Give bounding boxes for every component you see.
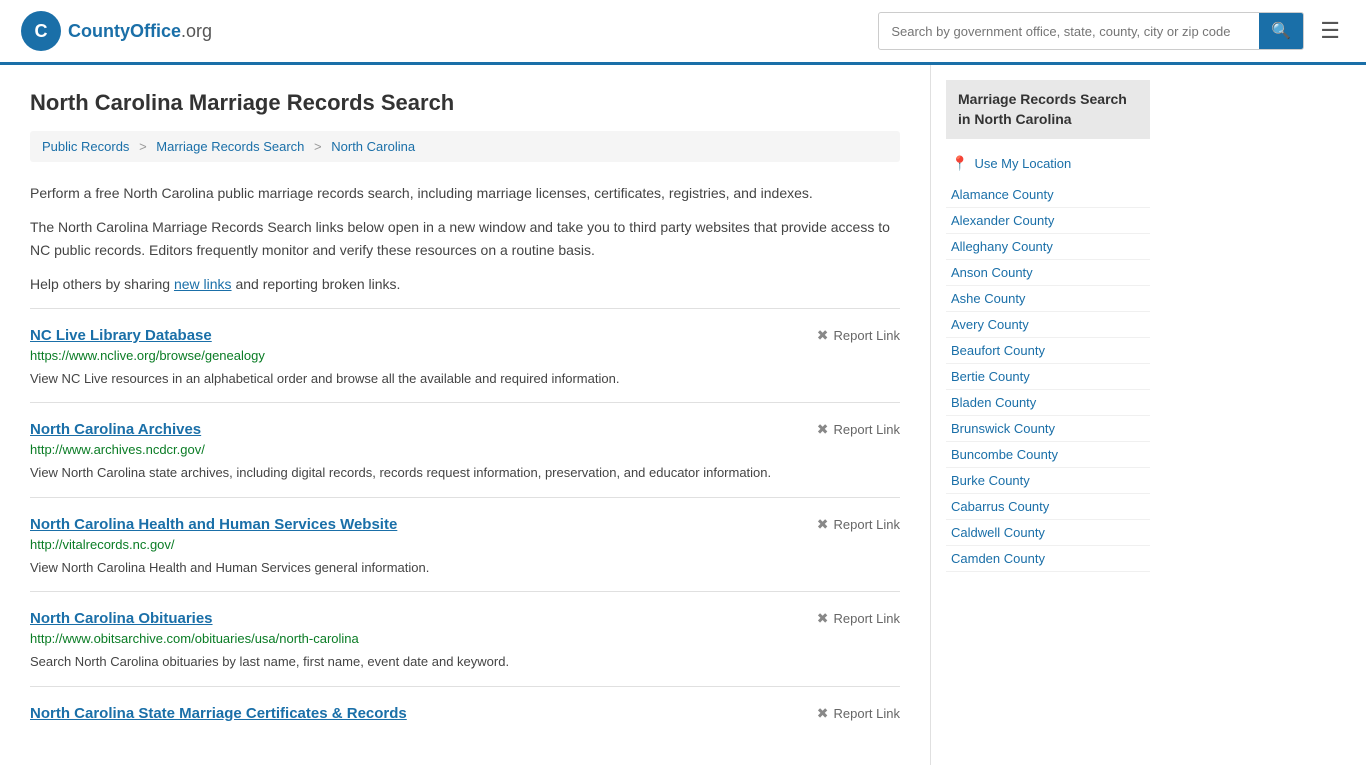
sidebar-county-2[interactable]: Alleghany County	[946, 234, 1150, 260]
logo-icon: C	[20, 10, 62, 52]
result-item-1: North Carolina Archives ✖ Report Link ht…	[30, 402, 900, 497]
breadcrumb-marriage-records[interactable]: Marriage Records Search	[156, 139, 304, 154]
sidebar-county-13[interactable]: Caldwell County	[946, 520, 1150, 546]
result-desc-3: Search North Carolina obituaries by last…	[30, 652, 900, 672]
result-header-1: North Carolina Archives ✖ Report Link	[30, 421, 900, 438]
description-3: Help others by sharing new links and rep…	[30, 273, 900, 295]
result-desc-0: View NC Live resources in an alphabetica…	[30, 369, 900, 389]
result-url-1[interactable]: http://www.archives.ncdcr.gov/	[30, 442, 900, 457]
result-url-3[interactable]: http://www.obitsarchive.com/obituaries/u…	[30, 631, 900, 646]
logo[interactable]: C CountyOffice.org	[20, 10, 212, 52]
report-link-1[interactable]: ✖ Report Link	[817, 421, 900, 438]
sidebar-county-4[interactable]: Ashe County	[946, 286, 1150, 312]
result-item-3: North Carolina Obituaries ✖ Report Link …	[30, 591, 900, 686]
sidebar-county-6[interactable]: Beaufort County	[946, 338, 1150, 364]
sidebar-county-5[interactable]: Avery County	[946, 312, 1150, 338]
use-location-label: Use My Location	[974, 156, 1071, 171]
breadcrumb-sep-1: >	[139, 139, 147, 154]
report-label-3: Report Link	[834, 611, 900, 626]
report-icon-3: ✖	[817, 610, 829, 627]
svg-text:C: C	[35, 21, 48, 41]
description-1: Perform a free North Carolina public mar…	[30, 182, 900, 204]
result-title-1[interactable]: North Carolina Archives	[30, 421, 201, 438]
sidebar-county-8[interactable]: Bladen County	[946, 390, 1150, 416]
sidebar-county-3[interactable]: Anson County	[946, 260, 1150, 286]
report-link-4[interactable]: ✖ Report Link	[817, 705, 900, 722]
result-url-0[interactable]: https://www.nclive.org/browse/genealogy	[30, 348, 900, 363]
result-header-3: North Carolina Obituaries ✖ Report Link	[30, 610, 900, 627]
new-links-link[interactable]: new links	[174, 276, 232, 292]
sidebar-county-7[interactable]: Bertie County	[946, 364, 1150, 390]
result-title-3[interactable]: North Carolina Obituaries	[30, 610, 213, 627]
sidebar: Marriage Records Search in North Carolin…	[930, 65, 1165, 765]
sidebar-county-14[interactable]: Camden County	[946, 546, 1150, 572]
sidebar-county-11[interactable]: Burke County	[946, 468, 1150, 494]
use-my-location[interactable]: 📍 Use My Location	[946, 149, 1150, 178]
result-header-0: NC Live Library Database ✖ Report Link	[30, 327, 900, 344]
report-icon-2: ✖	[817, 516, 829, 533]
header-search-area: 🔍 ☰	[878, 12, 1346, 50]
description-3-post: and reporting broken links.	[232, 276, 401, 292]
sidebar-county-10[interactable]: Buncombe County	[946, 442, 1150, 468]
report-link-2[interactable]: ✖ Report Link	[817, 516, 900, 533]
breadcrumb-public-records[interactable]: Public Records	[42, 139, 129, 154]
result-desc-1: View North Carolina state archives, incl…	[30, 463, 900, 483]
sidebar-county-1[interactable]: Alexander County	[946, 208, 1150, 234]
result-item-0: NC Live Library Database ✖ Report Link h…	[30, 308, 900, 403]
search-bar: 🔍	[878, 12, 1304, 50]
result-title-0[interactable]: NC Live Library Database	[30, 327, 212, 344]
report-label-0: Report Link	[834, 328, 900, 343]
report-icon-4: ✖	[817, 705, 829, 722]
search-button[interactable]: 🔍	[1259, 13, 1303, 49]
report-icon-0: ✖	[817, 327, 829, 344]
breadcrumb-sep-2: >	[314, 139, 322, 154]
breadcrumb-north-carolina[interactable]: North Carolina	[331, 139, 415, 154]
report-icon-1: ✖	[817, 421, 829, 438]
logo-text: CountyOffice.org	[68, 21, 212, 42]
result-header-4: North Carolina State Marriage Certificat…	[30, 705, 900, 722]
report-link-3[interactable]: ✖ Report Link	[817, 610, 900, 627]
result-item-2: North Carolina Health and Human Services…	[30, 497, 900, 592]
sidebar-county-0[interactable]: Alamance County	[946, 182, 1150, 208]
header: C CountyOffice.org 🔍 ☰	[0, 0, 1366, 65]
report-label-2: Report Link	[834, 517, 900, 532]
sidebar-county-12[interactable]: Cabarrus County	[946, 494, 1150, 520]
description-3-pre: Help others by sharing	[30, 276, 174, 292]
page-title: North Carolina Marriage Records Search	[30, 90, 900, 116]
search-input[interactable]	[879, 16, 1259, 47]
report-link-0[interactable]: ✖ Report Link	[817, 327, 900, 344]
breadcrumb: Public Records > Marriage Records Search…	[30, 131, 900, 162]
description-2: The North Carolina Marriage Records Sear…	[30, 216, 900, 261]
sidebar-header: Marriage Records Search in North Carolin…	[946, 80, 1150, 139]
result-title-2[interactable]: North Carolina Health and Human Services…	[30, 516, 397, 533]
sidebar-county-9[interactable]: Brunswick County	[946, 416, 1150, 442]
report-label-1: Report Link	[834, 422, 900, 437]
result-header-2: North Carolina Health and Human Services…	[30, 516, 900, 533]
main-container: North Carolina Marriage Records Search P…	[0, 65, 1366, 765]
location-icon: 📍	[951, 155, 968, 172]
report-label-4: Report Link	[834, 706, 900, 721]
result-url-2[interactable]: http://vitalrecords.nc.gov/	[30, 537, 900, 552]
result-desc-2: View North Carolina Health and Human Ser…	[30, 558, 900, 578]
result-title-4[interactable]: North Carolina State Marriage Certificat…	[30, 705, 407, 722]
content-area: North Carolina Marriage Records Search P…	[0, 65, 930, 765]
menu-icon[interactable]: ☰	[1314, 12, 1346, 50]
result-item-4: North Carolina State Marriage Certificat…	[30, 686, 900, 740]
